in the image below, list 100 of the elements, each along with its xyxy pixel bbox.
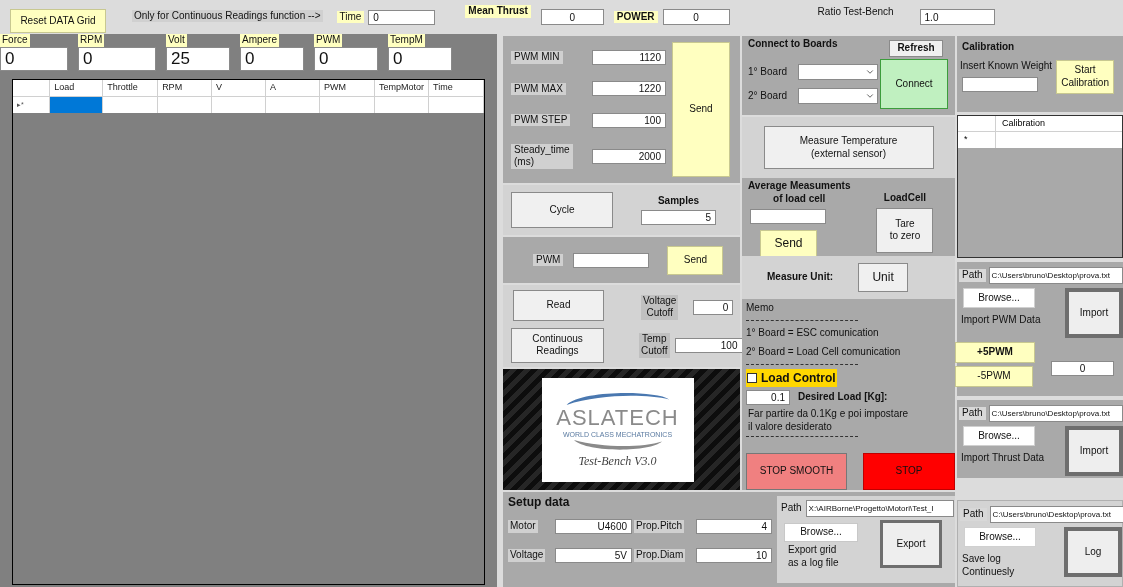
path-label: Path — [959, 407, 986, 420]
setup-label: Motor — [508, 520, 538, 533]
average-field[interactable] — [750, 209, 826, 225]
checkbox[interactable] — [747, 373, 757, 383]
board-label: 2° Board — [748, 89, 789, 103]
path-field[interactable]: C:\Users\bruno\Desktop\prova.txt — [988, 405, 1123, 422]
setting-field[interactable]: 1120 — [592, 50, 666, 66]
import-button[interactable]: Import — [1065, 288, 1123, 338]
average-title: Average Measuments of load cell — [748, 180, 851, 206]
setup-field[interactable]: U4600 — [555, 519, 632, 534]
browse-button[interactable]: Browse... — [784, 523, 858, 542]
refresh-button[interactable]: Refresh — [889, 40, 943, 57]
stop-button[interactable]: STOP — [863, 453, 955, 490]
board-dropdown[interactable] — [798, 88, 878, 104]
setup-label: Voltage — [508, 549, 546, 562]
measure-temperature-button[interactable]: Measure Temperature (external sensor) — [763, 126, 934, 170]
export-note: Export grid as a log file — [788, 544, 840, 569]
continuous-readings-button[interactable]: Continuous Readings — [511, 327, 604, 363]
readout-label: PWM — [314, 34, 343, 47]
logo-caption: Test-Bench V3.0 — [578, 455, 657, 467]
setting-label: PWM MIN — [511, 51, 563, 64]
readout-field[interactable]: 0 — [314, 46, 378, 71]
memo-title: Memo — [746, 301, 775, 314]
load-note: Far partire da 0.1Kg e poi impostare il valore desiderato — [748, 408, 910, 433]
cutoff-label: Temp Cutoff — [639, 332, 670, 358]
send-button[interactable]: Send — [760, 230, 817, 258]
connect-title: Connect to Boards — [748, 38, 838, 51]
ratio-field[interactable]: 1.0 — [919, 9, 995, 25]
stop-smooth-button[interactable]: STOP SMOOTH — [746, 453, 847, 490]
path-field[interactable]: C:\Users\bruno\Desktop\prova.txt — [989, 506, 1123, 523]
logo-brand: ASLATECH — [556, 407, 679, 429]
pwm-field[interactable] — [573, 252, 650, 268]
desired-load-field[interactable]: 0.1 — [746, 390, 790, 405]
continuous-note: Only for Continuous Readings function --> — [132, 9, 323, 23]
setup-title: Setup data — [508, 495, 571, 510]
minus-pwm-button[interactable]: -5PWM — [955, 366, 1033, 387]
send-button[interactable]: Send — [672, 42, 730, 177]
calibration-title: Calibration — [962, 41, 1016, 54]
reset-grid-button[interactable]: Reset DATA Grid — [10, 9, 106, 33]
desired-load-label: Desired Load [Kg]: — [798, 391, 888, 404]
board-dropdown[interactable] — [798, 64, 878, 80]
mean-thrust-label: Mean Thrust — [465, 5, 531, 18]
readout-field[interactable]: 0 — [388, 46, 452, 71]
power-label: POWER — [613, 10, 658, 24]
setting-field[interactable]: 100 — [592, 112, 666, 128]
cycle-button[interactable]: Cycle — [511, 192, 613, 228]
samples-field[interactable]: 5 — [641, 210, 716, 226]
export-button[interactable]: Export — [880, 520, 942, 568]
start-calibration-button[interactable]: Start Calibration — [1056, 59, 1115, 94]
setup-label: Prop.Pitch — [634, 520, 685, 533]
browse-button[interactable]: Browse... — [963, 288, 1035, 308]
cutoff-field[interactable]: 0 — [693, 299, 734, 315]
load-control-checkbox[interactable]: Load Control — [746, 369, 837, 387]
log-button[interactable]: Log — [1064, 527, 1122, 577]
log-label: Save log Continuesly — [962, 553, 1016, 578]
pwm-offset-field[interactable]: 0 — [1051, 361, 1114, 376]
pwm-label: PWM — [533, 253, 564, 267]
readout-label: Force — [0, 34, 30, 47]
read-button[interactable]: Read — [513, 289, 604, 321]
readout-label: RPM — [78, 34, 105, 47]
plus-pwm-button[interactable]: +5PWM — [955, 342, 1035, 363]
setup-field[interactable]: 5V — [555, 548, 632, 563]
send-button[interactable]: Send — [667, 245, 724, 275]
path-field[interactable]: X:\AIRBorne\Progetto\Motori\Test_I — [805, 500, 954, 517]
readout-field[interactable]: 0 — [240, 46, 304, 71]
path-field[interactable]: C:\Users\bruno\Desktop\prova.txt — [988, 267, 1123, 284]
time-field[interactable]: 0 — [368, 9, 436, 25]
import-thrust-label: Import Thrust Data — [961, 452, 1046, 465]
unit-button[interactable]: Unit — [858, 262, 909, 292]
setting-field[interactable]: 2000 — [592, 148, 666, 164]
ratio-label: Ratio Test-Bench — [817, 6, 894, 19]
import-pwm-label: Import PWM Data — [961, 314, 1042, 327]
path-label: Path — [959, 269, 986, 282]
tare-button[interactable]: Tare to zero — [876, 207, 934, 253]
power-field[interactable]: 0 — [662, 9, 730, 25]
grid-cell[interactable] — [50, 97, 104, 113]
readout-label: Ampere — [240, 34, 279, 47]
browse-button[interactable]: Browse... — [964, 527, 1036, 547]
import-button[interactable]: Import — [1065, 426, 1123, 476]
readout-label: TempM — [388, 34, 425, 47]
readout-field[interactable]: 0 — [0, 46, 68, 71]
readout-field[interactable]: 0 — [78, 46, 156, 71]
cutoff-field[interactable]: 100 — [674, 337, 743, 353]
connect-button[interactable]: Connect — [880, 59, 948, 109]
setup-field[interactable]: 10 — [696, 548, 772, 563]
loadcell-label: LoadCell — [883, 192, 927, 205]
chevron-icon — [865, 67, 875, 77]
setting-label: PWM MAX — [511, 82, 566, 96]
setting-label: Steady_time (ms) — [511, 143, 573, 169]
known-weight-field[interactable] — [962, 77, 1038, 92]
setup-field[interactable]: 4 — [696, 519, 772, 534]
samples-label: Samples — [657, 194, 700, 208]
time-label: Time — [336, 10, 365, 24]
mean-thrust-field[interactable]: 0 — [540, 9, 604, 25]
setting-field[interactable]: 1220 — [592, 81, 666, 97]
memo-line: 1° Board = ESC comunication — [746, 327, 880, 340]
browse-button[interactable]: Browse... — [963, 426, 1035, 446]
measure-unit-label: Measure Unit: — [767, 271, 834, 284]
readout-field[interactable]: 25 — [166, 46, 230, 71]
path-label: Path — [960, 508, 987, 521]
